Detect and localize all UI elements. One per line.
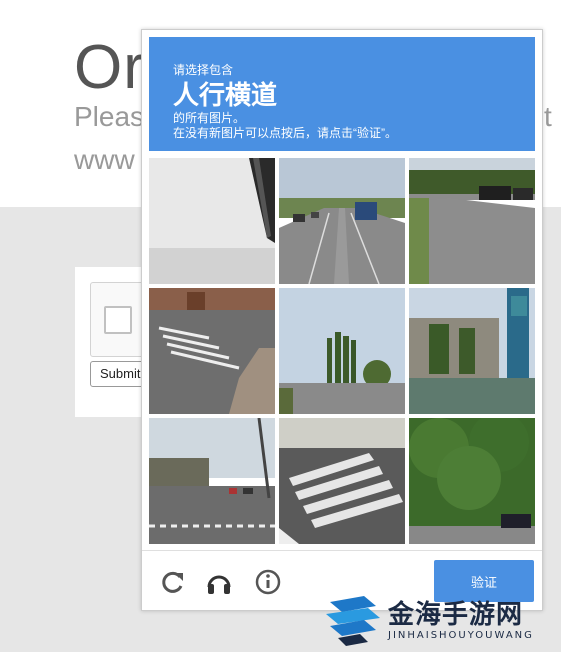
headphones-icon[interactable] xyxy=(204,567,234,597)
page-subtitle: Pleas xyxy=(74,101,145,132)
image-tile[interactable] xyxy=(149,418,275,544)
image-tile[interactable] xyxy=(149,158,275,284)
watermark: 金海手游网 JINHAISHOUYOUWANG xyxy=(324,592,556,652)
instruction-line: 在没有新图片可以点按后，请点击“验证”。 xyxy=(173,126,397,140)
image-tile[interactable] xyxy=(279,418,405,544)
image-tile[interactable] xyxy=(409,158,535,284)
target-object: 人行横道 xyxy=(173,80,278,110)
image-tile[interactable] xyxy=(409,418,535,544)
image-tile[interactable] xyxy=(279,288,405,414)
reload-icon[interactable] xyxy=(158,567,188,597)
page-url: www xyxy=(74,144,135,175)
captcha-dialog: 请选择包含 人行横道 的所有图片。 在没有新图片可以点按后，请点击“验证”。 验… xyxy=(141,29,543,611)
recaptcha-checkbox[interactable] xyxy=(104,306,132,334)
watermark-logo-icon xyxy=(326,596,380,646)
watermark-text: 金海手游网 xyxy=(388,600,524,630)
page-title: Or xyxy=(74,33,145,102)
info-icon[interactable] xyxy=(253,567,283,597)
image-tile[interactable] xyxy=(279,158,405,284)
watermark-subtext: JINHAISHOUYOUWANG xyxy=(388,630,534,641)
image-tile[interactable] xyxy=(149,288,275,414)
instruction-line: 请选择包含 xyxy=(173,63,234,77)
image-grid xyxy=(149,158,537,546)
captcha-instructions: 请选择包含 人行横道 的所有图片。 在没有新图片可以点按后，请点击“验证”。 xyxy=(149,37,535,151)
page-subtitle-fragment: t xyxy=(544,101,552,132)
image-tile[interactable] xyxy=(409,288,535,414)
instruction-line: 的所有图片。 xyxy=(173,111,246,125)
